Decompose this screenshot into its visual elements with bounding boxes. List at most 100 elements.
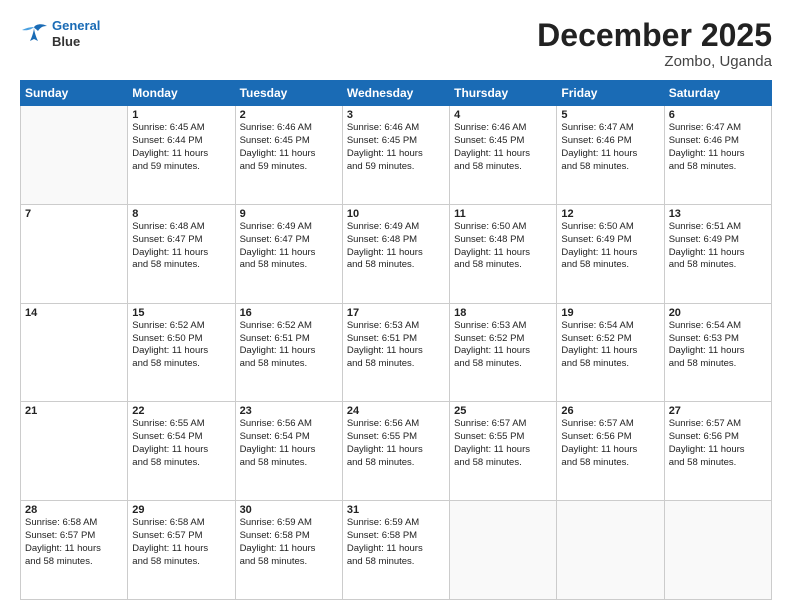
day-number: 2 (240, 109, 338, 121)
day-number: 14 (25, 307, 123, 319)
day-number: 28 (25, 504, 123, 516)
day-info: Sunrise: 6:49 AM Sunset: 6:48 PM Dayligh… (347, 221, 445, 272)
day-number: 22 (132, 405, 230, 417)
table-cell: 13Sunrise: 6:51 AM Sunset: 6:49 PM Dayli… (664, 204, 771, 303)
col-saturday: Saturday (664, 81, 771, 106)
table-cell: 7 (21, 204, 128, 303)
day-info: Sunrise: 6:51 AM Sunset: 6:49 PM Dayligh… (669, 221, 767, 272)
day-info: Sunrise: 6:56 AM Sunset: 6:54 PM Dayligh… (240, 418, 338, 469)
day-info: Sunrise: 6:59 AM Sunset: 6:58 PM Dayligh… (240, 517, 338, 568)
header: General Blue December 2025 Zombo, Uganda (20, 18, 772, 70)
calendar-table: Sunday Monday Tuesday Wednesday Thursday… (20, 80, 772, 600)
day-number: 26 (561, 405, 659, 417)
day-info: Sunrise: 6:50 AM Sunset: 6:49 PM Dayligh… (561, 221, 659, 272)
table-cell: 27Sunrise: 6:57 AM Sunset: 6:56 PM Dayli… (664, 402, 771, 501)
day-info: Sunrise: 6:57 AM Sunset: 6:56 PM Dayligh… (561, 418, 659, 469)
table-cell: 1Sunrise: 6:45 AM Sunset: 6:44 PM Daylig… (128, 106, 235, 205)
day-info: Sunrise: 6:57 AM Sunset: 6:55 PM Dayligh… (454, 418, 552, 469)
day-number: 8 (132, 208, 230, 220)
table-cell: 5Sunrise: 6:47 AM Sunset: 6:46 PM Daylig… (557, 106, 664, 205)
col-friday: Friday (557, 81, 664, 106)
table-cell: 10Sunrise: 6:49 AM Sunset: 6:48 PM Dayli… (342, 204, 449, 303)
day-number: 20 (669, 307, 767, 319)
day-number: 17 (347, 307, 445, 319)
main-title: December 2025 (537, 18, 772, 53)
calendar-week-row: 28Sunrise: 6:58 AM Sunset: 6:57 PM Dayli… (21, 501, 772, 600)
day-info: Sunrise: 6:55 AM Sunset: 6:54 PM Dayligh… (132, 418, 230, 469)
day-info: Sunrise: 6:46 AM Sunset: 6:45 PM Dayligh… (347, 122, 445, 173)
day-number: 4 (454, 109, 552, 121)
table-cell: 22Sunrise: 6:55 AM Sunset: 6:54 PM Dayli… (128, 402, 235, 501)
col-thursday: Thursday (450, 81, 557, 106)
day-number: 24 (347, 405, 445, 417)
day-number: 19 (561, 307, 659, 319)
table-cell: 18Sunrise: 6:53 AM Sunset: 6:52 PM Dayli… (450, 303, 557, 402)
col-tuesday: Tuesday (235, 81, 342, 106)
day-number: 25 (454, 405, 552, 417)
day-info: Sunrise: 6:53 AM Sunset: 6:51 PM Dayligh… (347, 320, 445, 371)
day-info: Sunrise: 6:45 AM Sunset: 6:44 PM Dayligh… (132, 122, 230, 173)
day-number: 16 (240, 307, 338, 319)
day-info: Sunrise: 6:50 AM Sunset: 6:48 PM Dayligh… (454, 221, 552, 272)
day-number: 30 (240, 504, 338, 516)
day-info: Sunrise: 6:58 AM Sunset: 6:57 PM Dayligh… (25, 517, 123, 568)
title-block: December 2025 Zombo, Uganda (537, 18, 772, 70)
table-cell: 17Sunrise: 6:53 AM Sunset: 6:51 PM Dayli… (342, 303, 449, 402)
calendar-week-row: 2122Sunrise: 6:55 AM Sunset: 6:54 PM Day… (21, 402, 772, 501)
logo-bird-icon (20, 23, 48, 45)
table-cell: 20Sunrise: 6:54 AM Sunset: 6:53 PM Dayli… (664, 303, 771, 402)
table-cell: 3Sunrise: 6:46 AM Sunset: 6:45 PM Daylig… (342, 106, 449, 205)
calendar-header-row: Sunday Monday Tuesday Wednesday Thursday… (21, 81, 772, 106)
table-cell (557, 501, 664, 600)
day-number: 1 (132, 109, 230, 121)
day-info: Sunrise: 6:52 AM Sunset: 6:51 PM Dayligh… (240, 320, 338, 371)
day-info: Sunrise: 6:46 AM Sunset: 6:45 PM Dayligh… (240, 122, 338, 173)
table-cell: 30Sunrise: 6:59 AM Sunset: 6:58 PM Dayli… (235, 501, 342, 600)
table-cell (21, 106, 128, 205)
table-cell: 29Sunrise: 6:58 AM Sunset: 6:57 PM Dayli… (128, 501, 235, 600)
day-number: 3 (347, 109, 445, 121)
day-info: Sunrise: 6:46 AM Sunset: 6:45 PM Dayligh… (454, 122, 552, 173)
day-number: 29 (132, 504, 230, 516)
day-number: 9 (240, 208, 338, 220)
day-info: Sunrise: 6:53 AM Sunset: 6:52 PM Dayligh… (454, 320, 552, 371)
table-cell: 25Sunrise: 6:57 AM Sunset: 6:55 PM Dayli… (450, 402, 557, 501)
table-cell: 16Sunrise: 6:52 AM Sunset: 6:51 PM Dayli… (235, 303, 342, 402)
table-cell: 11Sunrise: 6:50 AM Sunset: 6:48 PM Dayli… (450, 204, 557, 303)
table-cell: 24Sunrise: 6:56 AM Sunset: 6:55 PM Dayli… (342, 402, 449, 501)
table-cell (664, 501, 771, 600)
logo-text: General Blue (52, 18, 100, 49)
day-info: Sunrise: 6:47 AM Sunset: 6:46 PM Dayligh… (669, 122, 767, 173)
table-cell: 23Sunrise: 6:56 AM Sunset: 6:54 PM Dayli… (235, 402, 342, 501)
subtitle: Zombo, Uganda (537, 53, 772, 70)
logo-blue: Blue (52, 34, 100, 50)
day-number: 11 (454, 208, 552, 220)
day-info: Sunrise: 6:49 AM Sunset: 6:47 PM Dayligh… (240, 221, 338, 272)
day-info: Sunrise: 6:58 AM Sunset: 6:57 PM Dayligh… (132, 517, 230, 568)
table-cell: 19Sunrise: 6:54 AM Sunset: 6:52 PM Dayli… (557, 303, 664, 402)
day-info: Sunrise: 6:48 AM Sunset: 6:47 PM Dayligh… (132, 221, 230, 272)
day-number: 31 (347, 504, 445, 516)
day-number: 7 (25, 208, 123, 220)
table-cell: 6Sunrise: 6:47 AM Sunset: 6:46 PM Daylig… (664, 106, 771, 205)
col-sunday: Sunday (21, 81, 128, 106)
table-cell: 8Sunrise: 6:48 AM Sunset: 6:47 PM Daylig… (128, 204, 235, 303)
day-info: Sunrise: 6:57 AM Sunset: 6:56 PM Dayligh… (669, 418, 767, 469)
calendar-week-row: 14 15Sunrise: 6:52 AM Sunset: 6:50 PM Day… (21, 303, 772, 402)
page: General Blue December 2025 Zombo, Uganda… (0, 0, 792, 612)
table-cell (450, 501, 557, 600)
day-number: 18 (454, 307, 552, 319)
day-number: 5 (561, 109, 659, 121)
day-number: 23 (240, 405, 338, 417)
table-cell: 31Sunrise: 6:59 AM Sunset: 6:58 PM Dayli… (342, 501, 449, 600)
day-number: 27 (669, 405, 767, 417)
calendar-week-row: 1Sunrise: 6:45 AM Sunset: 6:44 PM Daylig… (21, 106, 772, 205)
table-cell: 9Sunrise: 6:49 AM Sunset: 6:47 PM Daylig… (235, 204, 342, 303)
col-monday: Monday (128, 81, 235, 106)
table-cell: 15Sunrise: 6:52 AM Sunset: 6:50 PM Dayli… (128, 303, 235, 402)
table-cell: 2Sunrise: 6:46 AM Sunset: 6:45 PM Daylig… (235, 106, 342, 205)
calendar-week-row: 78Sunrise: 6:48 AM Sunset: 6:47 PM Dayli… (21, 204, 772, 303)
table-cell: 26Sunrise: 6:57 AM Sunset: 6:56 PM Dayli… (557, 402, 664, 501)
logo: General Blue (20, 18, 100, 49)
day-info: Sunrise: 6:47 AM Sunset: 6:46 PM Dayligh… (561, 122, 659, 173)
